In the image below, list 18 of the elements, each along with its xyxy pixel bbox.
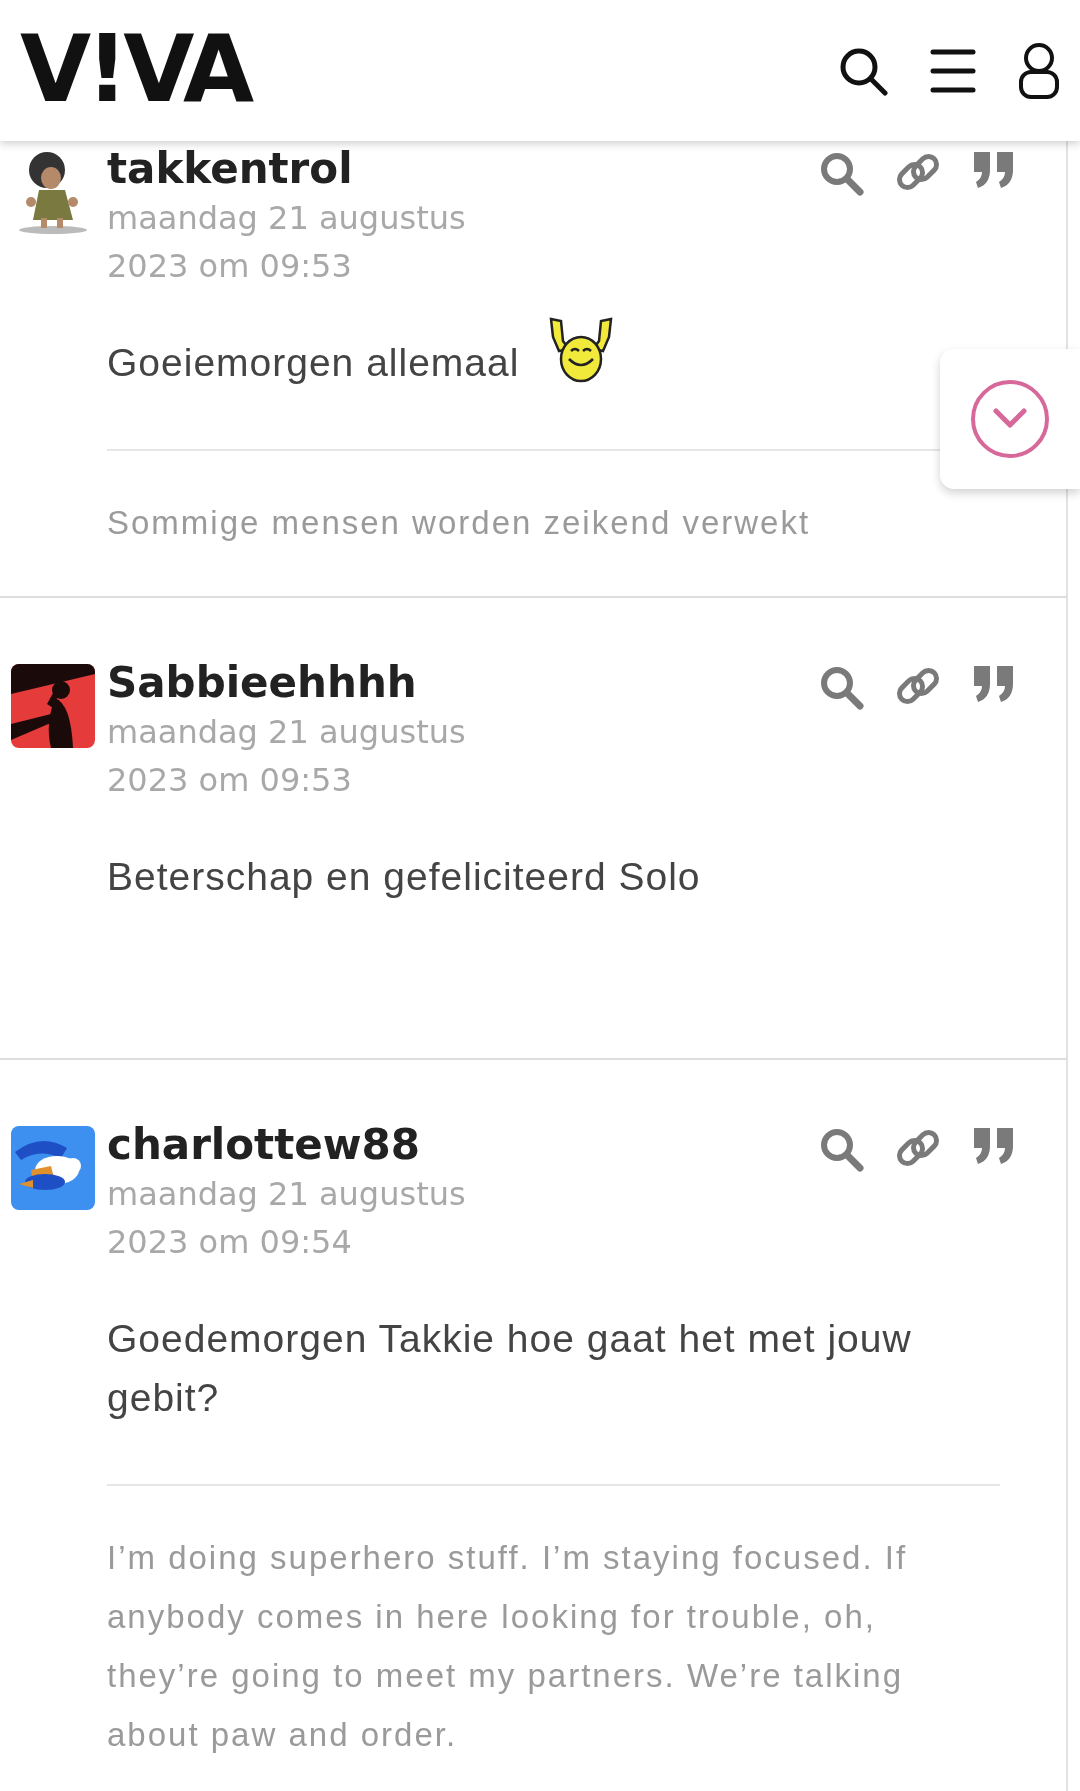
- post-date: maandag 21 augustus 2023 om 09:53: [107, 198, 467, 287]
- scroll-down-button[interactable]: [940, 349, 1080, 489]
- author-name[interactable]: takkentrol: [107, 144, 353, 194]
- quote-icon[interactable]: [972, 150, 1016, 190]
- quote-icon[interactable]: [972, 1126, 1016, 1166]
- author-name[interactable]: Sabbieehhhh: [107, 658, 417, 708]
- post-date: maandag 21 augustus 2023 om 09:53: [107, 712, 467, 801]
- chevron-down-icon: [970, 379, 1050, 459]
- author-name[interactable]: charlottew88: [107, 1120, 420, 1170]
- post-text: Beterschap en gefeliciteerd Solo: [107, 854, 701, 900]
- signature-text: Sommige mensen worden zeikend verwekt: [107, 503, 812, 543]
- logo[interactable]: V!VA: [20, 18, 274, 121]
- post-date: maandag 21 augustus 2023 om 09:54: [107, 1174, 467, 1263]
- post-text: Goedemorgen Takkie hoe gaat het met jouw gebit?: [107, 1316, 913, 1421]
- quote-icon[interactable]: [972, 664, 1016, 704]
- user-icon[interactable]: [1018, 41, 1060, 100]
- post-text: Goeiemorgen allemaal: [107, 340, 520, 386]
- signature-text: I’m doing superhero stuff. I’m staying focused. If anybody comes in here looking for trouble, oh, they’re going to meet my partners. We’re talking about paw and order.: [107, 1538, 909, 1755]
